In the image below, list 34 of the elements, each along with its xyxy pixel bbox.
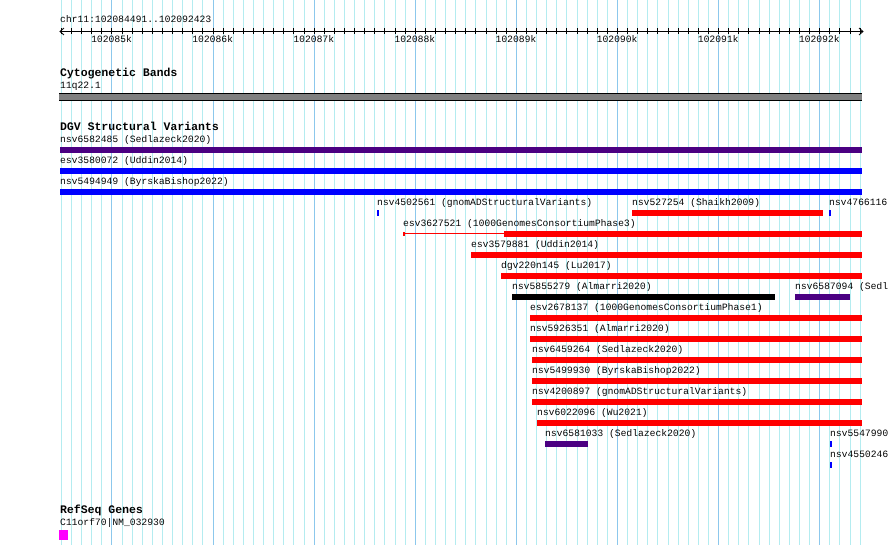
feature-label[interactable]: dgv220n145 (Lu2017) <box>501 261 612 271</box>
feature-label[interactable]: esv3627521 (1000GenomesConsortiumPhase3) <box>403 219 636 229</box>
feature-label[interactable]: nsv6022096 (Wu2021) <box>537 408 648 418</box>
feature-label[interactable]: nsv5499930 (ByrskaBishop2022) <box>532 366 701 376</box>
feature-label[interactable]: nsv5494949 (ByrskaBishop2022) <box>60 177 229 187</box>
feature-label[interactable]: nsv6582485 (Sedlazeck2020) <box>60 135 212 145</box>
feature-label[interactable]: nsv4766116 <box>829 198 888 208</box>
feature-label[interactable]: nsv6587094 (Sedl <box>795 282 888 292</box>
tick-label: 102086k <box>192 35 233 45</box>
tick-label: 102090k <box>596 35 638 45</box>
feature-label[interactable]: nsv5926351 (Almarri2020) <box>530 324 670 334</box>
feature-label[interactable]: nsv4550246 <box>830 450 888 460</box>
feature-label[interactable]: esv3579881 (Uddin2014) <box>471 240 599 250</box>
track-title: DGV Structural Variants <box>60 122 219 134</box>
feature-label[interactable]: esv2678137 (1000GenomesConsortiumPhase1) <box>530 303 763 313</box>
feature-label[interactable]: nsv6459264 (Sedlazeck2020) <box>532 345 684 355</box>
feature-label[interactable]: nsv6581033 (Sedlazeck2020) <box>545 429 696 439</box>
tick-label: 102092k <box>798 35 840 45</box>
feature-label[interactable]: esv3580072 (Uddin2014) <box>60 156 188 166</box>
track-title: Cytogenetic Bands <box>60 68 178 80</box>
tick-label: 102087k <box>293 35 334 45</box>
tick-label: 102088k <box>394 35 436 45</box>
feature-label[interactable]: nsv5855279 (Almarri2020) <box>512 282 652 292</box>
feature-label[interactable]: nsv5547990 <box>830 429 888 439</box>
track-title: RefSeq Genes <box>60 505 143 516</box>
tick-label: 102085k <box>91 35 132 45</box>
band-label: 11q22.1 <box>60 81 101 91</box>
feature-label[interactable]: nsv4502561 (gnomADStructuralVariants) <box>377 198 592 208</box>
tick-label: 102089k <box>496 35 536 45</box>
gene-label[interactable]: C11orf70|NM_032930 <box>60 518 165 528</box>
feature-label[interactable]: nsv4200897 (gnomADStructuralVariants) <box>532 387 748 397</box>
tick-label: 102091k <box>698 35 738 45</box>
feature-label[interactable]: nsv527254 (Shaikh2009) <box>632 198 760 208</box>
location-label: chr11:102084491..102092423 <box>60 15 212 25</box>
